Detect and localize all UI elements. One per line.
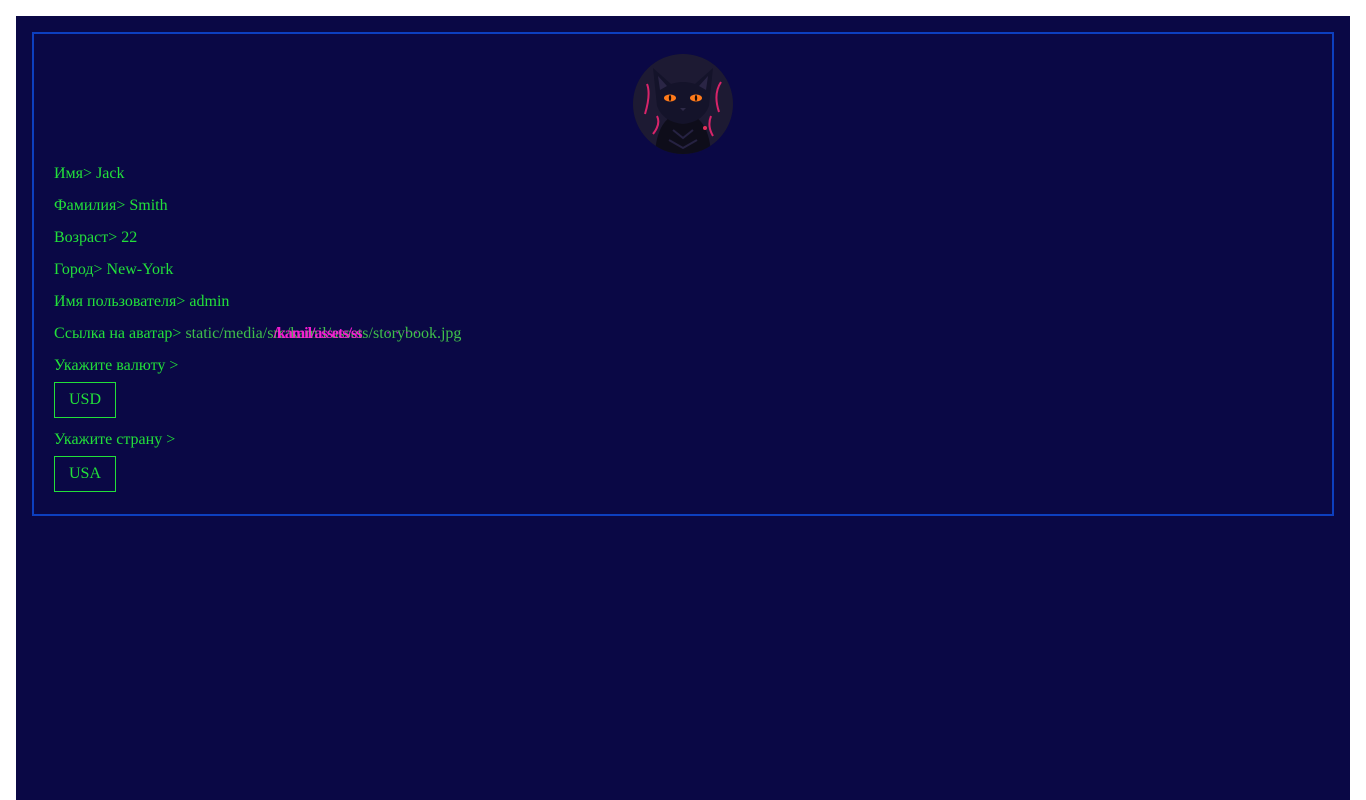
last-name-row: Фамилия> Smith <box>54 197 168 215</box>
country-select[interactable]: USA <box>54 456 116 492</box>
avatar-link-label: Ссылка на аватар> <box>54 325 186 342</box>
first-name-label: Имя> <box>54 165 97 182</box>
age-label: Возраст> <box>54 229 122 246</box>
city-value: New-York <box>106 261 174 278</box>
avatar <box>633 54 733 154</box>
username-value: admin <box>189 293 230 310</box>
city-row: Город> New-York <box>54 261 173 279</box>
first-name-value: Jack <box>96 165 125 182</box>
avatar-link-glitch-overlay-2: · · · · <box>385 325 419 342</box>
username-row: Имя пользователя> admin <box>54 293 229 311</box>
black-cat-avatar-icon <box>633 54 733 154</box>
currency-select[interactable]: USD <box>54 382 116 418</box>
username-label: Имя пользователя> <box>54 293 190 310</box>
age-row: Возраст> 22 <box>54 229 137 247</box>
first-name-row: Имя> Jack <box>54 165 125 183</box>
age-value: 22 <box>121 229 138 246</box>
currency-label: Укажите валюту > <box>54 357 179 374</box>
last-name-value: Smith <box>129 197 168 214</box>
avatar-link-value: static/media/src/kamil/assets/storybook.… <box>185 325 461 343</box>
avatar-link-row: Ссылка на аватар> static/media/src/kamil… <box>54 325 461 343</box>
last-name-label: Фамилия> <box>54 197 130 214</box>
profile-card: Имя> Jack Фамилия> Smith Возраст> 22 Гор… <box>32 32 1334 516</box>
country-label: Укажите страну > <box>54 431 176 448</box>
page-background: Имя> Jack Фамилия> Smith Возраст> 22 Гор… <box>16 16 1350 800</box>
avatar-link-glitch-overlay: /kamil/assets/ss <box>273 325 362 342</box>
city-label: Город> <box>54 261 107 278</box>
